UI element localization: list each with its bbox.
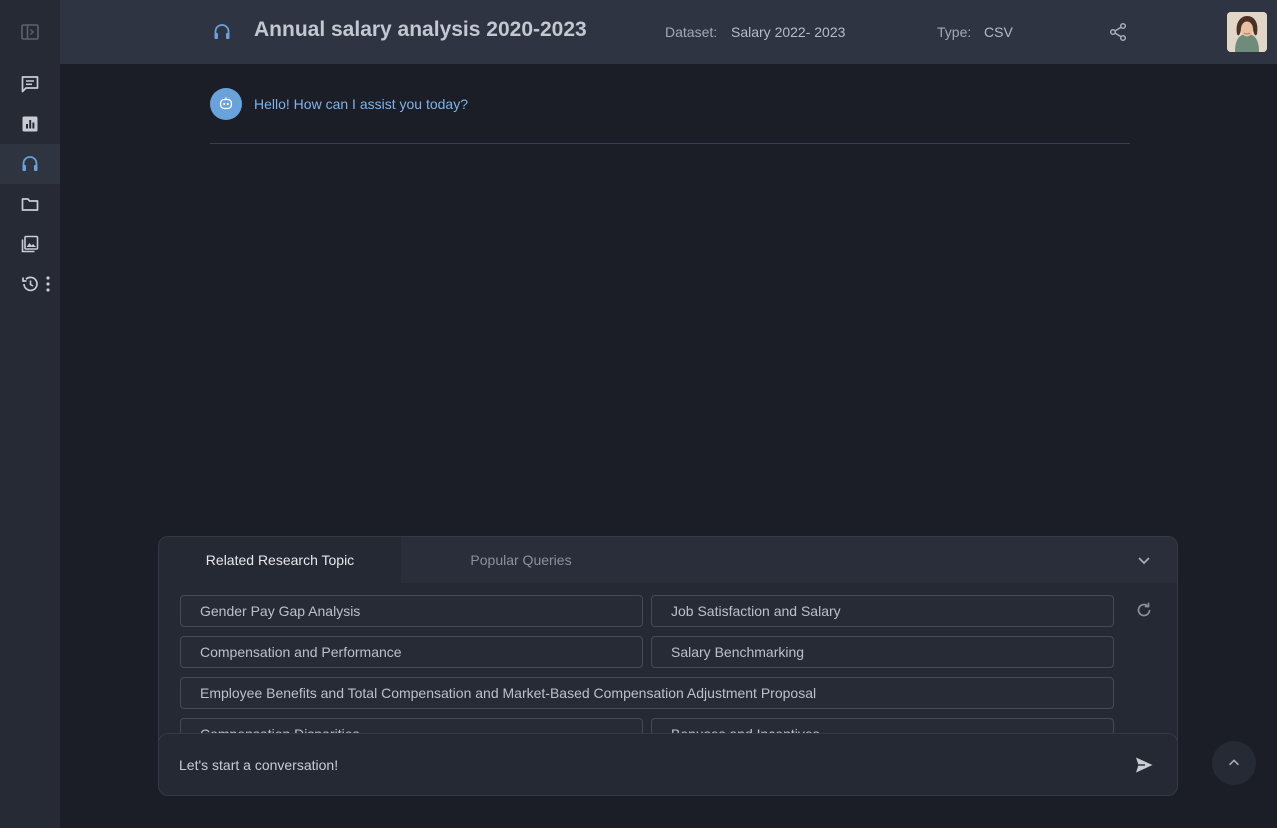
suggestions-tabbar: Related Research Topic Popular Queries <box>159 537 1177 583</box>
page-title: Annual salary analysis 2020-2023 <box>254 18 587 41</box>
sidebar-item-assistant[interactable] <box>0 144 60 184</box>
chat-icon <box>21 76 39 93</box>
chevron-up-icon <box>1228 759 1240 766</box>
user-avatar[interactable] <box>1227 12 1267 52</box>
topic-chip[interactable]: Compensation and Performance <box>180 636 643 668</box>
topic-chip[interactable]: Gender Pay Gap Analysis <box>180 595 643 627</box>
gallery-icon <box>21 235 39 253</box>
more-options-button[interactable] <box>42 274 54 294</box>
scroll-to-top-button[interactable] <box>1212 741 1256 785</box>
topic-chip[interactable]: Employee Benefits and Total Compensation… <box>180 677 1114 709</box>
dataset-label: Dataset: <box>665 24 718 40</box>
chat-divider <box>210 143 1130 144</box>
sidebar-toggle-icon <box>21 24 39 40</box>
chat-input[interactable] <box>179 754 1109 776</box>
send-icon[interactable] <box>1134 755 1154 775</box>
type-label: Type: <box>937 24 972 40</box>
refresh-icon[interactable] <box>1135 601 1153 619</box>
sidebar-item-files[interactable] <box>0 184 60 224</box>
sidebar-item-gallery[interactable] <box>0 224 60 264</box>
suggestions-panel: Related Research Topic Popular Queries G… <box>158 536 1178 756</box>
sidebar-item-dashboard[interactable] <box>0 104 60 144</box>
more-vertical-icon <box>46 276 50 292</box>
sidebar <box>0 0 60 828</box>
chat-input-box <box>158 733 1178 796</box>
headset-icon <box>22 156 38 171</box>
assistant-avatar <box>210 88 242 120</box>
sidebar-toggle-button[interactable] <box>0 12 60 52</box>
tab-popular-queries[interactable]: Popular Queries <box>401 537 641 583</box>
headset-icon <box>214 24 230 39</box>
top-header: Annual salary analysis 2020-2023 Dataset… <box>60 0 1277 64</box>
assistant-greeting: Hello! How can I assist you today? <box>254 96 468 112</box>
chevron-down-icon[interactable] <box>1135 551 1153 569</box>
type-value: CSV <box>984 24 1013 40</box>
sidebar-item-chat[interactable] <box>0 64 60 104</box>
history-icon <box>22 276 38 292</box>
share-icon[interactable] <box>1108 22 1128 42</box>
folder-icon <box>21 198 39 211</box>
tab-related-research-topic[interactable]: Related Research Topic <box>159 537 401 583</box>
dataset-value: Salary 2022- 2023 <box>731 24 846 40</box>
robot-icon <box>219 97 233 110</box>
chart-icon <box>22 116 38 132</box>
user-photo-icon <box>1227 12 1267 52</box>
topic-chip[interactable]: Job Satisfaction and Salary <box>651 595 1114 627</box>
topic-chip[interactable]: Salary Benchmarking <box>651 636 1114 668</box>
